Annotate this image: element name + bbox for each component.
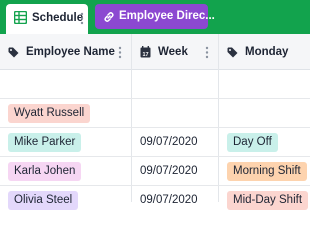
tab-schedule[interactable]: Schedule: [6, 4, 88, 34]
shift-chip[interactable]: Morning Shift: [227, 162, 307, 181]
tab-menu-icon[interactable]: [80, 12, 84, 30]
tab-schedule-label: Schedule: [32, 12, 84, 24]
tab-employee-directory-label: Employee Direc...: [119, 10, 215, 22]
tab-bar: Schedule Employee Direc...: [0, 0, 310, 34]
employee-chip[interactable]: Wyatt Russell: [8, 104, 91, 123]
calendar-icon-day: 17: [142, 52, 148, 58]
link-icon: [103, 10, 115, 28]
shift-chip[interactable]: Day Off: [227, 133, 278, 152]
column-header-week[interactable]: 17 Week: [140, 34, 188, 70]
shift-chip[interactable]: Mid-Day Shift: [227, 191, 309, 210]
table-row[interactable]: Olivia Steel 09/07/2020 Mid-Day Shift: [0, 186, 310, 215]
column-header-row: Employee Name 17 Week Monday: [0, 34, 310, 70]
table-row[interactable]: Wyatt Russell: [0, 99, 310, 128]
column-header-label: Monday: [245, 46, 289, 58]
column-header-employee-name[interactable]: Employee Name: [8, 34, 115, 70]
table-row[interactable]: Karla Johen 09/07/2020 Morning Shift: [0, 157, 310, 186]
employee-chip[interactable]: Mike Parker: [8, 133, 82, 152]
tag-icon: [227, 47, 238, 58]
table-row[interactable]: Mike Parker 09/07/2020 Day Off: [0, 128, 310, 157]
calendar-icon: 17: [140, 46, 151, 58]
grid-icon: [13, 10, 28, 29]
employee-chip[interactable]: Olivia Steel: [8, 191, 79, 210]
column-header-label: Week: [158, 46, 188, 58]
column-header-monday[interactable]: Monday: [227, 34, 288, 70]
week-cell[interactable]: 09/07/2020: [140, 136, 198, 148]
employee-chip[interactable]: Karla Johen: [8, 162, 82, 181]
tag-icon: [8, 47, 19, 58]
table-row[interactable]: [0, 70, 310, 99]
tab-employee-directory[interactable]: Employee Direc...: [95, 4, 215, 29]
column-menu-icon[interactable]: [205, 46, 209, 64]
column-menu-icon[interactable]: [118, 46, 122, 64]
column-header-label: Employee Name: [26, 46, 115, 58]
week-cell[interactable]: 09/07/2020: [140, 194, 198, 206]
week-cell[interactable]: 09/07/2020: [140, 165, 198, 177]
